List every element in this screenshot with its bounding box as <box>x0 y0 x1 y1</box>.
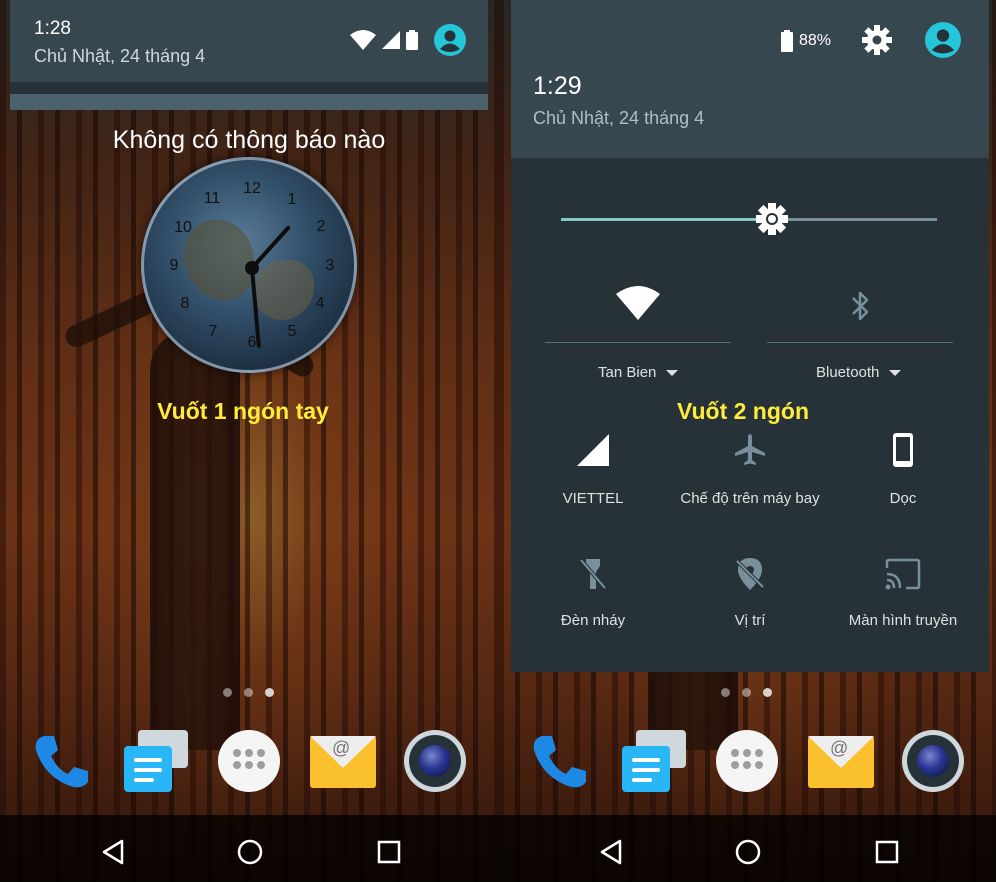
tile-label: Vị trí <box>734 612 766 629</box>
portrait-icon <box>893 433 913 467</box>
clock-number: 3 <box>325 257 335 274</box>
page-indicator <box>721 688 772 697</box>
cast-icon <box>885 558 921 590</box>
camera-icon[interactable] <box>902 730 964 792</box>
clock-number: 9 <box>169 257 179 274</box>
bluetooth-dropdown[interactable]: Bluetooth <box>816 364 902 381</box>
notification-shade-header[interactable]: 1:28 Chủ Nhật, 24 tháng 4 <box>10 0 488 110</box>
page-indicator <box>223 688 274 697</box>
tile-label: VIETTEL <box>562 490 624 507</box>
clock-number: 8 <box>180 295 190 312</box>
back-icon[interactable] <box>98 837 128 867</box>
analog-clock-widget[interactable]: 12 1 2 3 4 5 6 7 8 9 10 11 <box>141 157 357 373</box>
tile-label: Dọc <box>889 490 917 507</box>
clock-number: 10 <box>174 219 192 236</box>
home-icon[interactable] <box>733 837 763 867</box>
status-date: Chủ Nhật, 24 tháng 4 <box>533 108 705 128</box>
app-drawer-icon[interactable] <box>218 730 280 792</box>
wifi-icon <box>616 286 660 320</box>
app-drawer-icon[interactable] <box>716 730 778 792</box>
navigation-bar <box>498 815 996 882</box>
settings-gear-icon[interactable] <box>861 24 893 56</box>
brightness-fill <box>561 218 772 221</box>
battery-icon <box>781 30 793 52</box>
tile-label: Chế độ trên máy bay <box>680 490 820 507</box>
recents-icon[interactable] <box>374 837 404 867</box>
clock-number: 11 <box>203 190 221 207</box>
cell-signal-icon <box>382 31 400 49</box>
tile-cast-screen[interactable]: Màn hình truyền <box>834 556 972 629</box>
home-icon[interactable] <box>235 837 265 867</box>
battery-icon <box>406 30 418 50</box>
tile-airplane-mode[interactable]: Chế độ trên máy bay <box>668 432 832 507</box>
swipe-two-fingers-caption: Vuốt 2 ngón <box>676 398 809 424</box>
clock-number: 7 <box>208 323 218 340</box>
swipe-one-finger-caption: Vuốt 1 ngón tay <box>157 398 329 424</box>
status-time: 1:28 <box>34 18 71 39</box>
clock-number: 4 <box>315 295 325 312</box>
chevron-down-icon <box>666 369 679 376</box>
phone-icon[interactable] <box>528 730 590 792</box>
airplane-icon <box>735 434 765 465</box>
camera-icon[interactable] <box>404 730 466 792</box>
clock-number: 12 <box>243 180 261 197</box>
email-icon[interactable]: @ <box>310 730 376 792</box>
cell-signal-icon <box>577 434 609 466</box>
tile-label: Đèn nháy <box>560 612 626 629</box>
no-notifications-text: Không có thông báo nào <box>112 126 386 154</box>
brightness-slider[interactable] <box>561 203 937 235</box>
tile-label: Màn hình truyền <box>848 612 958 629</box>
tile-location[interactable]: Vị trí <box>668 556 832 629</box>
clock-number: 5 <box>287 323 297 340</box>
left-screen: 1:28 Chủ Nhật, 24 tháng 4 Không có thông… <box>0 0 498 882</box>
right-screen: 88% 1:29 Chủ Nhật, 24 tháng 4 Tan Bien B… <box>498 0 996 882</box>
tile-bluetooth[interactable] <box>820 288 900 324</box>
clock-number: 2 <box>316 218 326 235</box>
quick-settings-header: 88% 1:29 Chủ Nhật, 24 tháng 4 <box>511 0 989 158</box>
recents-icon[interactable] <box>872 837 902 867</box>
wifi-network-label: Tan Bien <box>598 364 657 381</box>
status-time: 1:29 <box>533 72 582 100</box>
bluetooth-off-icon <box>852 291 869 321</box>
battery-percent: 88% <box>799 32 832 49</box>
avatar-icon[interactable] <box>434 24 466 56</box>
back-icon[interactable] <box>596 837 626 867</box>
avatar-icon[interactable] <box>925 22 961 58</box>
wifi-icon <box>350 30 376 50</box>
messages-icon[interactable] <box>124 730 188 792</box>
tile-flashlight[interactable]: Đèn nháy <box>538 556 648 629</box>
email-icon[interactable]: @ <box>808 730 874 792</box>
bluetooth-label: Bluetooth <box>816 364 880 381</box>
phone-icon[interactable] <box>30 730 92 792</box>
flashlight-off-icon <box>579 558 607 590</box>
tile-wifi[interactable] <box>598 286 678 320</box>
status-date: Chủ Nhật, 24 tháng 4 <box>34 46 206 66</box>
tile-auto-rotate[interactable]: Dọc <box>848 432 958 507</box>
battery-status: 88% <box>781 30 831 52</box>
location-off-icon <box>735 558 765 590</box>
brightness-thumb-icon[interactable] <box>755 202 789 236</box>
chevron-down-icon <box>889 369 902 376</box>
tile-mobile-data[interactable]: VIETTEL <box>538 432 648 507</box>
navigation-bar <box>0 815 498 882</box>
clock-number: 1 <box>287 191 297 208</box>
messages-icon[interactable] <box>622 730 686 792</box>
wifi-network-dropdown[interactable]: Tan Bien <box>598 364 679 381</box>
